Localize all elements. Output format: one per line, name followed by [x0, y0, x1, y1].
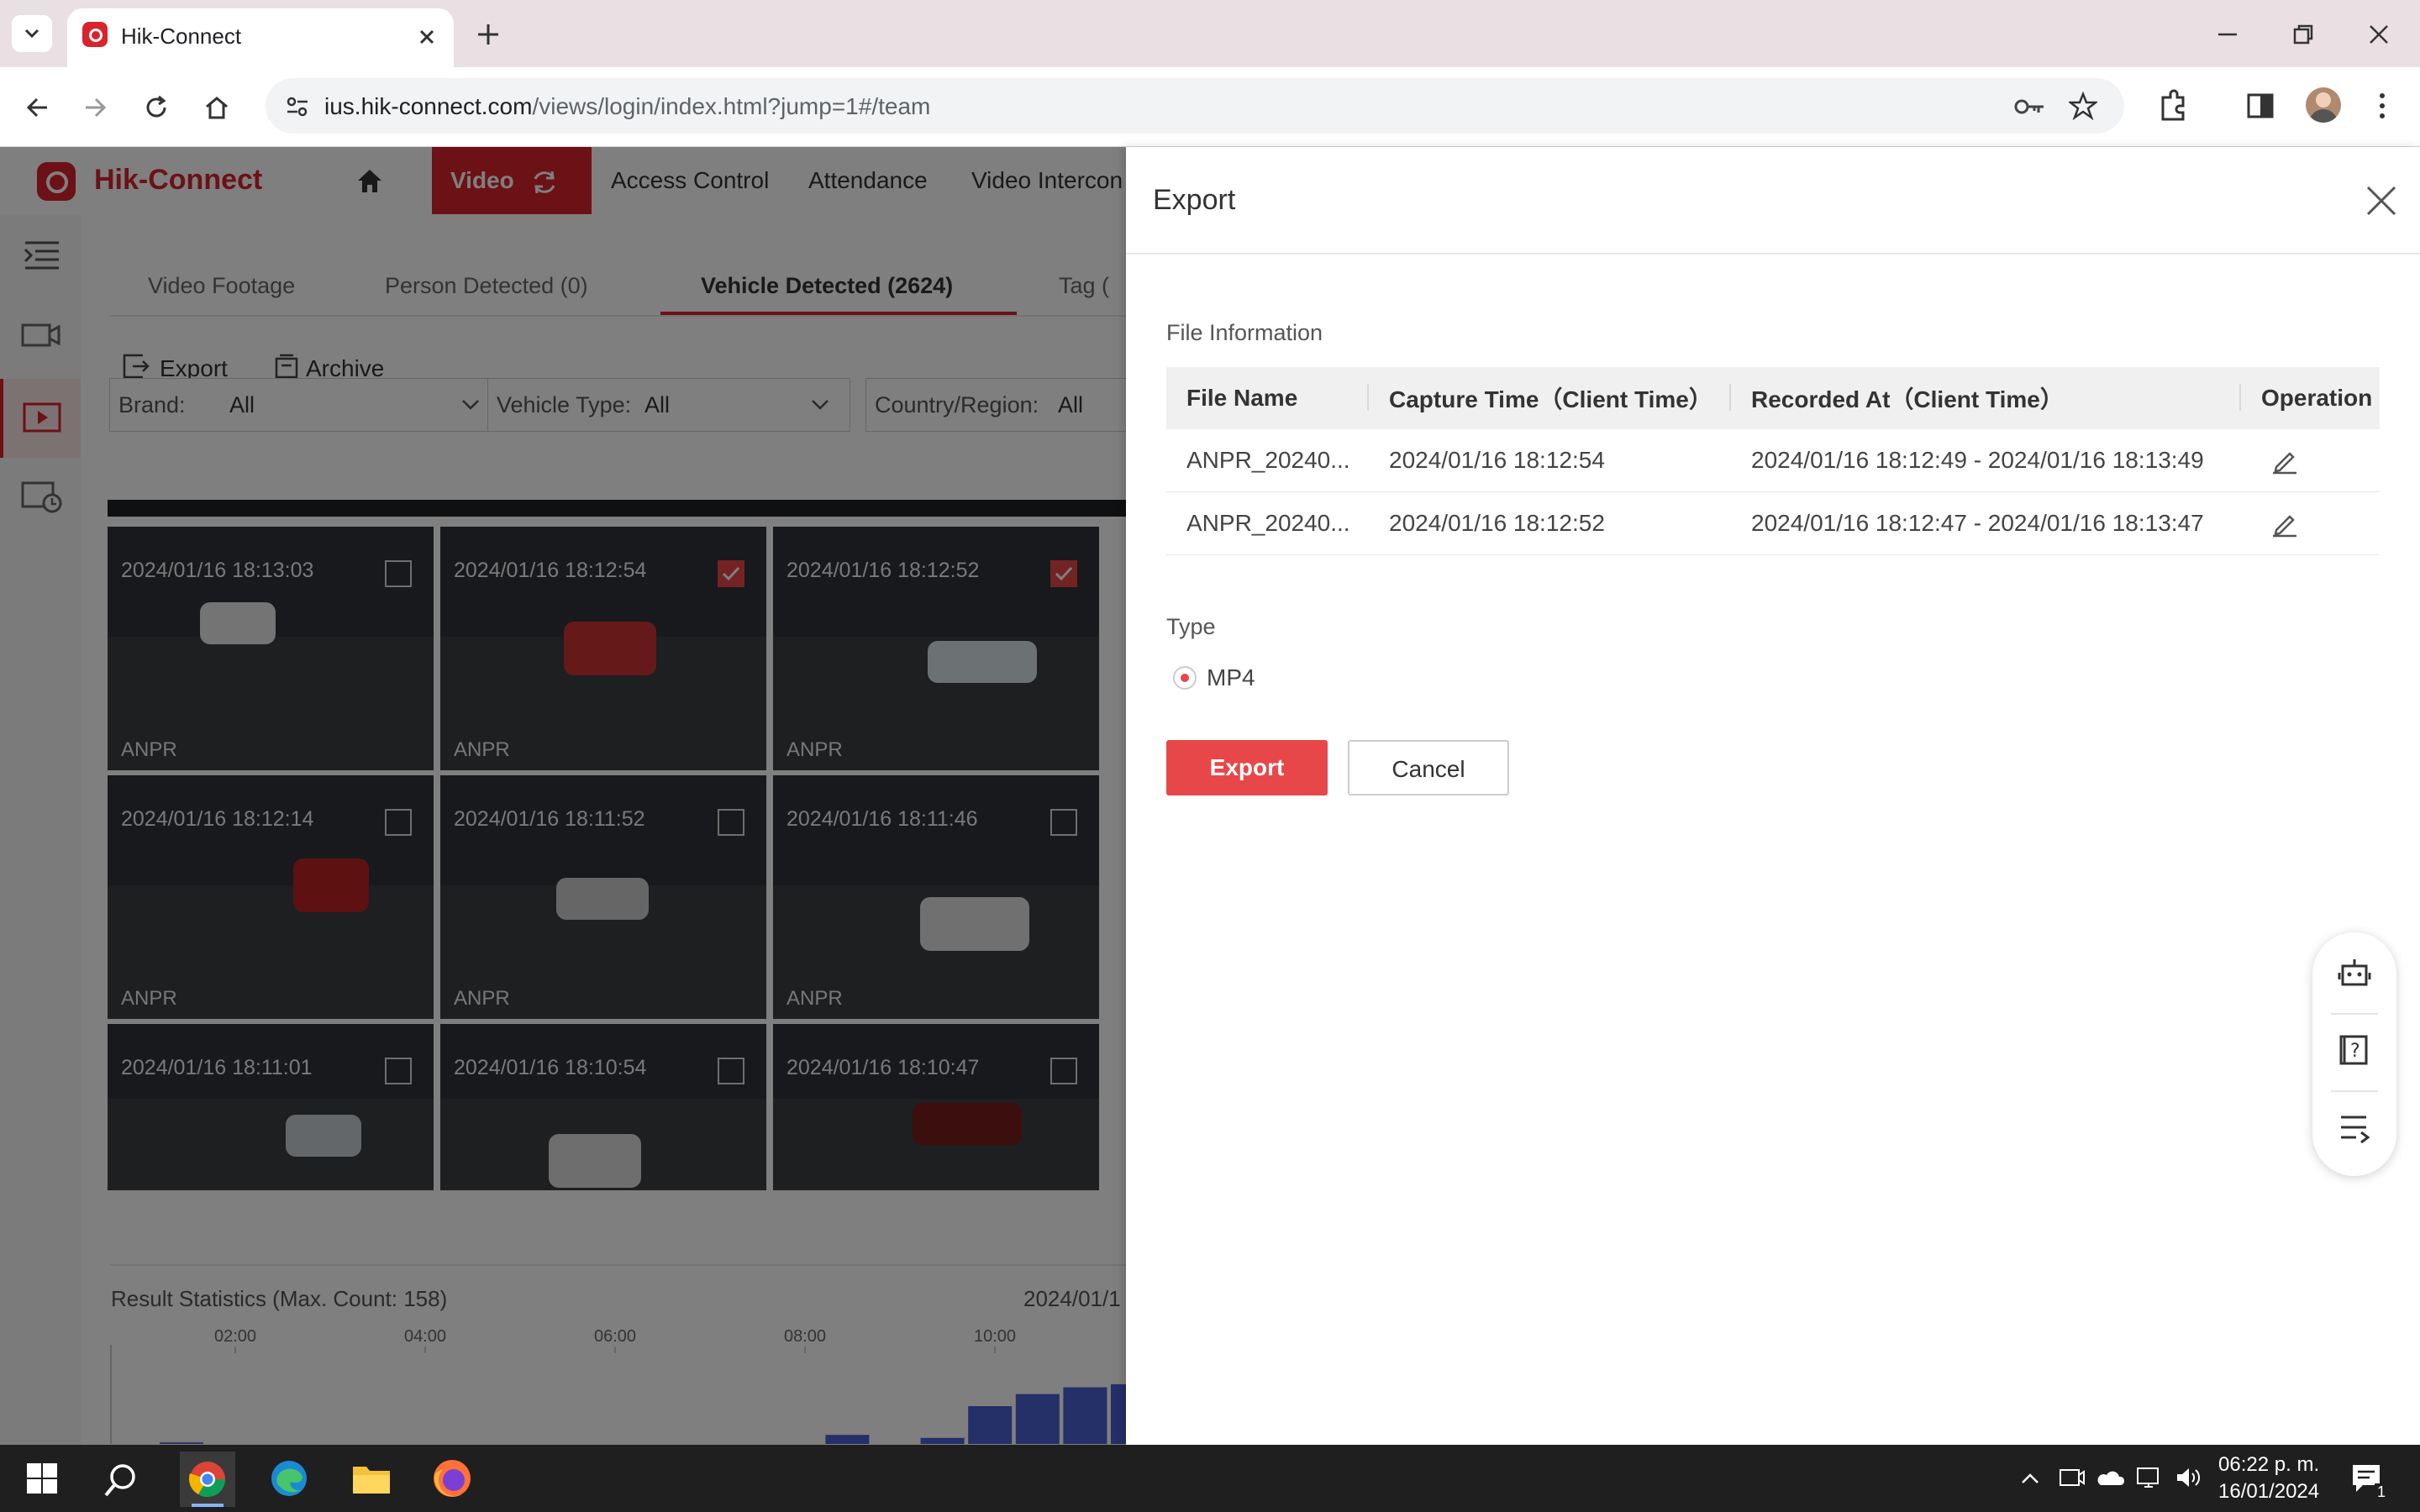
- column-header-label: Recorded At（Client Time）: [1751, 386, 2064, 412]
- system-clock[interactable]: 06:22 p. m. 16/01/2024: [2218, 1452, 2319, 1505]
- column-header-operation: Operation: [2241, 367, 2380, 429]
- firefox-icon[interactable]: [430, 1457, 474, 1500]
- modal-overlay[interactable]: [0, 147, 1126, 1445]
- divider: [2331, 1013, 2378, 1015]
- edge-icon[interactable]: [269, 1458, 309, 1499]
- column-header-label: Capture Time（Client Time）: [1389, 386, 1712, 412]
- notification-count: 1: [2375, 1483, 2389, 1501]
- url-domain: ius.hik-connect.com: [324, 93, 533, 119]
- forward-icon[interactable]: [81, 92, 111, 123]
- svg-text:?: ?: [2350, 1041, 2360, 1062]
- home-icon[interactable]: [202, 92, 232, 123]
- network-icon[interactable]: [2136, 1465, 2163, 1490]
- column-header-label: Operation: [2261, 385, 2373, 411]
- recorded-at-cell: 2024/01/16 18:12:47 - 2024/01/16 18:13:4…: [1731, 491, 2241, 555]
- type-option-label: MP4: [1207, 664, 1255, 690]
- edit-pencil-icon[interactable]: [2270, 445, 2300, 475]
- chrome-icon: [188, 1462, 226, 1498]
- meet-now-icon[interactable]: [2059, 1465, 2086, 1490]
- url-path: /views/login/index.html?jump=1#/team: [532, 93, 931, 119]
- operation-cell: [2241, 429, 2380, 492]
- operation-cell: [2241, 491, 2380, 555]
- browser-menu-icon[interactable]: [2370, 89, 2395, 123]
- taskbar-chrome-button[interactable]: [180, 1452, 235, 1507]
- windows-taskbar: 06:22 p. m. 16/01/2024 1: [0, 1445, 2420, 1512]
- clock-date: 16/01/2024: [2218, 1480, 2320, 1503]
- close-window-icon[interactable]: [2366, 22, 2391, 47]
- radio-button[interactable]: [1173, 666, 1197, 690]
- edit-pencil-icon[interactable]: [2270, 508, 2300, 538]
- side-panel-icon[interactable]: [2245, 91, 2275, 121]
- extensions-icon[interactable]: [2156, 89, 2190, 123]
- chevron-up-icon[interactable]: [2020, 1470, 2040, 1487]
- chevron-down-icon: [24, 29, 39, 39]
- close-icon[interactable]: [2365, 184, 2398, 218]
- bookmark-star-icon[interactable]: [2069, 92, 2097, 120]
- minimize-icon[interactable]: [2215, 22, 2240, 47]
- help-manual-icon[interactable]: ?: [2338, 1033, 2371, 1067]
- site-settings-icon[interactable]: [284, 93, 311, 120]
- type-label: Type: [1166, 614, 1216, 639]
- browser-tab-strip: Hik-Connect: [0, 0, 2420, 67]
- browser-toolbar: ius.hik-connect.com/views/login/index.ht…: [0, 67, 2420, 147]
- tab-search-button[interactable]: [12, 15, 52, 52]
- export-panel-title: Export: [1153, 184, 1236, 216]
- column-header-file-name: File Name: [1166, 367, 1369, 429]
- active-app-indicator: [192, 1504, 224, 1507]
- search-icon[interactable]: [103, 1462, 139, 1499]
- clock-time: 06:22 p. m.: [2218, 1453, 2320, 1476]
- url-text: ius.hik-connect.com/views/login/index.ht…: [324, 93, 930, 120]
- file-explorer-icon[interactable]: [351, 1460, 392, 1497]
- cancel-button[interactable]: Cancel: [1348, 740, 1509, 795]
- floating-help-bar: ?: [2312, 932, 2396, 1176]
- export-panel: Export File Information File Name Captur…: [1126, 147, 2420, 1445]
- capture-time-cell: 2024/01/16 18:12:52: [1369, 491, 1731, 555]
- close-tab-icon[interactable]: [417, 27, 437, 47]
- column-header-label: File Name: [1186, 385, 1298, 411]
- onedrive-icon[interactable]: [2097, 1465, 2124, 1490]
- tab-title: Hik-Connect: [121, 24, 242, 49]
- column-header-capture-time: Capture Time（Client Time）: [1369, 367, 1731, 429]
- table-row: ANPR_20240... 2024/01/16 18:12:54 2024/0…: [1166, 429, 2380, 492]
- list-menu-icon[interactable]: [2338, 1110, 2371, 1144]
- column-header-recorded-at: Recorded At（Client Time）: [1731, 367, 2241, 429]
- new-tab-icon[interactable]: [476, 22, 501, 47]
- table-row: ANPR_20240... 2024/01/16 18:12:52 2024/0…: [1166, 491, 2380, 555]
- divider: [2331, 1090, 2378, 1092]
- file-information-table: File Name Capture Time（Client Time） Reco…: [1166, 367, 2380, 555]
- file-name-cell: ANPR_20240...: [1166, 491, 1369, 555]
- export-button[interactable]: Export: [1166, 740, 1328, 795]
- capture-time-cell: 2024/01/16 18:12:54: [1369, 429, 1731, 492]
- profile-avatar[interactable]: [2306, 87, 2341, 123]
- volume-icon[interactable]: [2175, 1465, 2202, 1490]
- table-header-row: File Name Capture Time（Client Time） Reco…: [1166, 367, 2380, 429]
- hik-connect-favicon-icon: [82, 22, 108, 47]
- browser-tab[interactable]: Hik-Connect: [67, 8, 454, 67]
- recorded-at-cell: 2024/01/16 18:12:49 - 2024/01/16 18:13:4…: [1731, 429, 2241, 492]
- address-bar[interactable]: ius.hik-connect.com/views/login/index.ht…: [266, 78, 2124, 134]
- file-name-cell: ANPR_20240...: [1166, 429, 1369, 492]
- robot-assistant-icon[interactable]: [2338, 956, 2371, 990]
- reload-icon[interactable]: [141, 92, 171, 123]
- back-icon[interactable]: [22, 92, 52, 123]
- restore-icon[interactable]: [2291, 22, 2316, 47]
- password-key-icon[interactable]: [2013, 93, 2047, 120]
- windows-start-icon[interactable]: [25, 1462, 59, 1495]
- file-information-label: File Information: [1166, 320, 1323, 345]
- export-panel-header: Export: [1126, 147, 2420, 255]
